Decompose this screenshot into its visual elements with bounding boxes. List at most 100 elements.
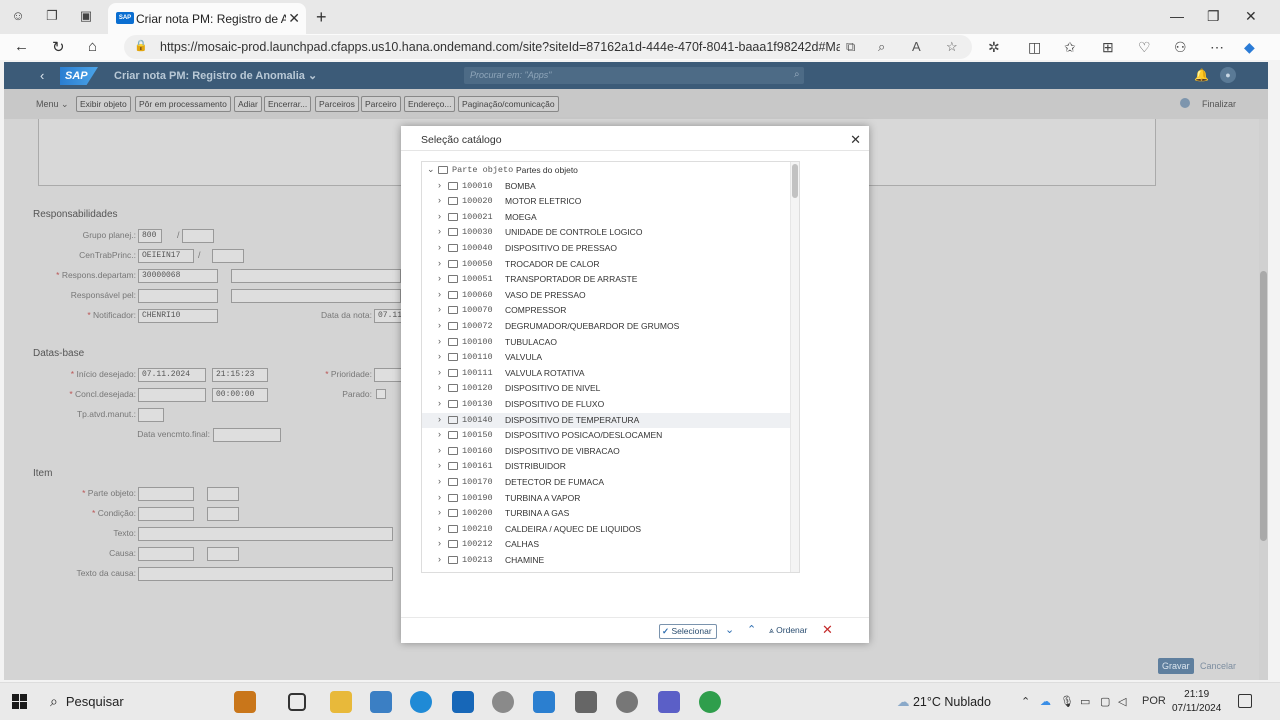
input-condicao-code[interactable] — [207, 507, 239, 521]
expand-chevron-icon[interactable]: › — [438, 180, 441, 190]
input-notificador[interactable]: CHENRI10 — [138, 309, 218, 323]
taskbar-search[interactable]: ⌕ Pesquisar — [50, 693, 124, 710]
tree-row[interactable]: › 100213 CHAMINE — [422, 553, 792, 569]
input-respons-departam-desc[interactable] — [231, 269, 401, 283]
back-icon[interactable]: ← — [14, 38, 29, 55]
expand-chevron-icon[interactable]: › — [438, 476, 441, 486]
tree-scrollbar-thumb[interactable] — [792, 164, 798, 198]
dialog-close-icon[interactable]: ✕ — [850, 132, 861, 148]
input-causa[interactable] — [138, 547, 194, 561]
expand-chevron-icon[interactable]: › — [438, 226, 441, 236]
tree-row[interactable]: › 100060 VASO DE PRESSAO — [422, 288, 792, 304]
toolbar-btn-paginacao[interactable]: Paginação/comunicação — [458, 96, 559, 112]
tree-row[interactable]: › 100210 CALDEIRA / AQUEC DE LIQUIDOS — [422, 522, 792, 538]
toolbar-btn-adiar[interactable]: Adiar — [234, 96, 262, 112]
notification-center-icon[interactable] — [1238, 694, 1252, 708]
onedrive-icon[interactable]: ☁ — [1040, 695, 1051, 708]
outlook-icon[interactable] — [452, 691, 474, 713]
task-view-icon[interactable] — [288, 693, 306, 711]
expand-chevron-icon[interactable]: › — [438, 492, 441, 502]
tree-row[interactable]: › 100040 DISPOSITIVO DE PRESSAO — [422, 241, 792, 257]
tree-row[interactable]: › 100160 DISPOSITIVO DE VIBRACAO — [422, 444, 792, 460]
tree-row[interactable]: › 100021 MOEGA — [422, 210, 792, 226]
cancel-button[interactable]: Cancelar — [1196, 658, 1240, 674]
tree-row[interactable]: › 100170 DETECTOR DE FUMACA — [422, 475, 792, 491]
volume-icon[interactable]: ◁ — [1118, 695, 1126, 708]
finalize-button[interactable]: Finalizar — [1202, 99, 1236, 109]
clock-app-icon[interactable] — [616, 691, 638, 713]
page-scrollbar[interactable] — [1259, 119, 1268, 680]
input-centrab-2[interactable] — [212, 249, 244, 263]
input-responsavel-desc[interactable] — [231, 289, 401, 303]
expand-chevron-icon[interactable]: › — [438, 445, 441, 455]
shell-back-icon[interactable]: ‹ — [40, 68, 44, 83]
briefcase-app-icon[interactable] — [234, 691, 256, 713]
tray-chevron-icon[interactable]: ⌃ — [1021, 695, 1030, 708]
url-field[interactable]: 🔒 https://mosaic-prod.launchpad.cfapps.u… — [124, 35, 972, 59]
save-button[interactable]: Gravar — [1158, 658, 1194, 674]
expand-chevron-icon[interactable]: › — [438, 414, 441, 424]
favorites-icon[interactable]: ✩ — [1064, 39, 1076, 56]
new-tab-icon[interactable]: + — [316, 7, 327, 28]
extensions-icon[interactable]: ✲ — [988, 39, 1000, 56]
input-prioridade[interactable] — [374, 368, 402, 382]
tree-row[interactable]: › 100010 BOMBA — [422, 179, 792, 195]
input-respons-departam[interactable]: 30000068 — [138, 269, 218, 283]
browser-essentials-icon[interactable]: ♡ — [1138, 39, 1151, 56]
share-icon[interactable]: ⚇ — [1174, 39, 1187, 56]
toolbar-btn-exibir-objeto[interactable]: Exibir objeto — [76, 96, 131, 112]
input-inicio-hora[interactable]: 21:15:23 — [212, 368, 268, 382]
input-grupo-planej-2[interactable] — [182, 229, 214, 243]
expand-chevron-icon[interactable]: › — [438, 258, 441, 268]
tree-row[interactable]: › 100051 TRANSPORTADOR DE ARRASTE — [422, 272, 792, 288]
browser-tab[interactable]: SAP Criar nota PM: Registro de Anom... ✕ — [108, 3, 306, 34]
input-parte-objeto-code[interactable] — [207, 487, 239, 501]
expand-chevron-icon[interactable]: › — [438, 398, 441, 408]
expand-chevron-icon[interactable]: › — [438, 289, 441, 299]
tree-row[interactable]: › 100212 CALHAS — [422, 537, 792, 553]
window-close-icon[interactable]: ✕ — [1245, 8, 1257, 25]
tree-row[interactable]: › 100140 DISPOSITIVO DE TEMPERATURA — [422, 412, 792, 429]
expand-chevron-icon[interactable]: › — [438, 538, 441, 548]
tree-scrollbar[interactable] — [790, 162, 799, 572]
expand-chevron-icon[interactable]: › — [438, 304, 441, 314]
dialog-cancel-icon[interactable]: ✕ — [822, 622, 833, 638]
copilot-icon[interactable]: ◆ — [1244, 39, 1255, 56]
input-causa-code[interactable] — [207, 547, 239, 561]
toolbar-btn-encerrar[interactable]: Encerrar... — [264, 96, 312, 112]
input-inicio-data[interactable]: 07.11.2024 — [138, 368, 206, 382]
system-clock[interactable]: 21:19 07/11/2024 — [1172, 688, 1221, 716]
expand-chevron-icon[interactable]: › — [438, 242, 441, 252]
expand-chevron-icon[interactable]: › — [438, 554, 441, 564]
tree-row[interactable]: › 100130 DISPOSITIVO DE FLUXO — [422, 397, 792, 413]
app-icon[interactable] — [370, 691, 392, 713]
collapse-chevron-icon[interactable]: ⌄ — [427, 164, 435, 175]
expand-chevron-icon[interactable]: › — [438, 367, 441, 377]
chrome-icon[interactable] — [699, 691, 721, 713]
notifications-bell-icon[interactable]: 🔔 — [1194, 68, 1209, 82]
checkbox-parado[interactable] — [376, 389, 386, 399]
tree-row[interactable]: › 100070 COMPRESSOR — [422, 303, 792, 319]
input-condicao[interactable] — [138, 507, 194, 521]
collections-icon[interactable]: ⊞ — [1102, 39, 1114, 56]
input-tp-atvd[interactable] — [138, 408, 164, 422]
tree-root-row[interactable]: ⌄ Parte objeto Partes do objeto — [422, 163, 792, 179]
workspaces-icon[interactable]: ❐ — [44, 8, 60, 24]
input-texto-causa[interactable] — [138, 567, 393, 581]
tree-row[interactable]: › 100190 TURBINA A VAPOR — [422, 491, 792, 507]
tab-close-icon[interactable]: ✕ — [288, 10, 300, 27]
expand-chevron-icon[interactable]: › — [438, 507, 441, 517]
tree-row[interactable]: › 100050 TROCADOR DE CALOR — [422, 257, 792, 273]
order-button[interactable]: ⩓ Ordenar — [769, 625, 807, 636]
collapse-all-icon[interactable]: ⌃ — [747, 623, 756, 636]
expand-all-icon[interactable]: ⌄ — [725, 623, 734, 636]
tree-row[interactable]: › 100111 VALVULA ROTATIVA — [422, 366, 792, 382]
page-scrollbar-thumb[interactable] — [1260, 271, 1267, 541]
toolbar-btn-parceiros[interactable]: Parceiros — [315, 96, 359, 112]
network-icon[interactable]: ▢ — [1100, 695, 1110, 708]
open-app-icon[interactable]: ⧉ — [846, 39, 855, 55]
expand-chevron-icon[interactable]: › — [438, 351, 441, 361]
tree-row[interactable]: › 100200 TURBINA A GAS — [422, 506, 792, 522]
sap-logon-icon[interactable] — [533, 691, 555, 713]
tree-row[interactable]: › 100110 VALVULA — [422, 350, 792, 366]
